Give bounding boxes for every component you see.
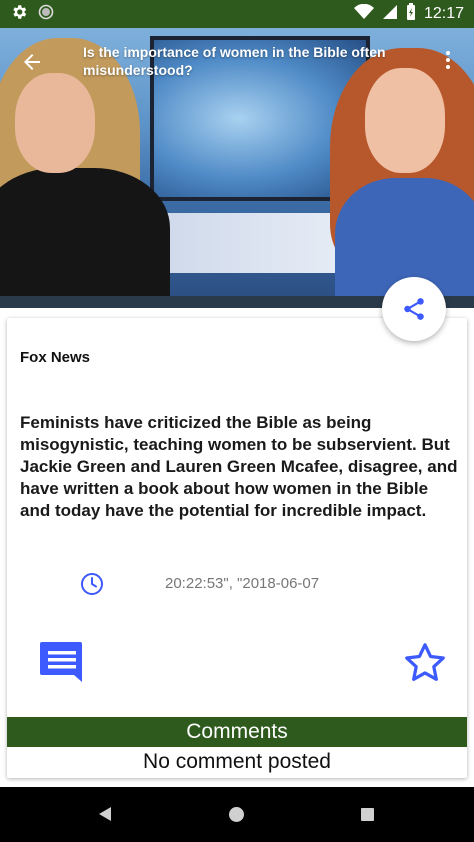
article-description: Feminists have criticized the Bible as b… — [20, 413, 458, 520]
more-options-button[interactable] — [440, 48, 456, 72]
status-bar: 12:17 — [0, 0, 474, 28]
article-source: Fox News — [20, 349, 91, 366]
arrow-back-icon — [24, 54, 40, 70]
article-card: Fox News Feminists have criticized the B… — [7, 318, 467, 778]
nav-home-button[interactable] — [229, 807, 244, 822]
article-datetime: 20:22:53", "2018-06-07 — [165, 575, 320, 592]
comment-icon — [40, 642, 82, 682]
status-time: 12:17 — [423, 5, 464, 22]
settings-icon — [10, 3, 28, 26]
app-bar: Is the importance of women in the Bible … — [0, 28, 474, 92]
comment-button[interactable] — [38, 640, 86, 688]
page-title: Is the importance of women in the Bible … — [83, 44, 386, 78]
battery-icon — [406, 2, 416, 26]
comments-header: Comments — [7, 717, 467, 747]
signal-icon — [382, 4, 398, 25]
back-button[interactable] — [18, 48, 46, 76]
nav-recents-button[interactable] — [361, 808, 374, 821]
nav-back-button[interactable] — [98, 806, 112, 827]
nav-back-icon — [99, 807, 111, 821]
system-nav-bar — [0, 787, 474, 842]
star-outline-icon — [405, 643, 445, 681]
person-left-body — [0, 168, 170, 308]
wifi-icon — [353, 3, 374, 25]
circle-icon — [38, 4, 54, 25]
more-vert-icon — [446, 51, 450, 55]
share-icon — [404, 298, 424, 320]
no-comment-text: No comment posted — [143, 750, 331, 773]
clock-icon — [80, 572, 104, 596]
share-button[interactable] — [382, 277, 446, 341]
favorite-button[interactable] — [402, 640, 448, 686]
